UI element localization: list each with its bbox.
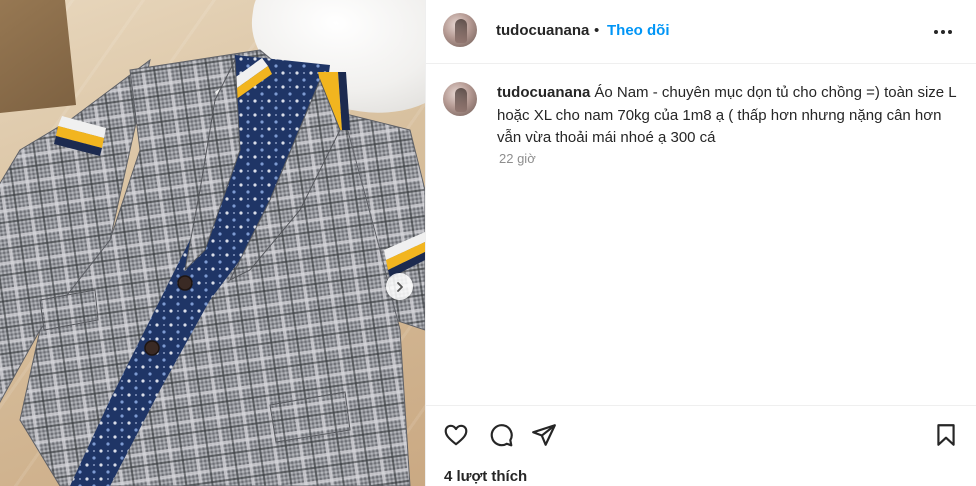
follow-button[interactable]: Theo dõi <box>607 22 670 39</box>
caption-username[interactable]: tudocuanana <box>497 84 590 101</box>
more-options-icon[interactable] <box>931 22 955 42</box>
author-avatar[interactable] <box>443 13 477 47</box>
author-username[interactable]: tudocuanana <box>496 22 589 39</box>
post-header: tudocuanana • Theo dõi <box>426 0 976 64</box>
blazer-photo <box>0 49 425 486</box>
post-media[interactable] <box>0 0 425 486</box>
action-bar: 4 lượt thích <box>426 405 976 486</box>
heart-icon[interactable] <box>443 422 469 448</box>
bookmark-icon[interactable] <box>933 422 959 448</box>
next-image-button[interactable] <box>386 273 413 300</box>
post-timestamp[interactable]: 22 giờ <box>499 151 536 166</box>
button-top <box>177 275 193 291</box>
chevron-right-icon <box>396 281 403 292</box>
comment-icon[interactable] <box>488 422 514 448</box>
send-icon[interactable] <box>531 422 557 448</box>
button-bottom <box>144 340 160 356</box>
likes-count[interactable]: 4 lượt thích <box>444 468 527 485</box>
separator-dot: • <box>594 22 600 39</box>
post-sidebar: tudocuanana • Theo dõi tudocuanana Áo Nam… <box>425 0 976 486</box>
caption-avatar[interactable] <box>443 82 477 116</box>
post-caption: tudocuanana Áo Nam - chuyên mục dọn tủ ch… <box>497 82 967 150</box>
